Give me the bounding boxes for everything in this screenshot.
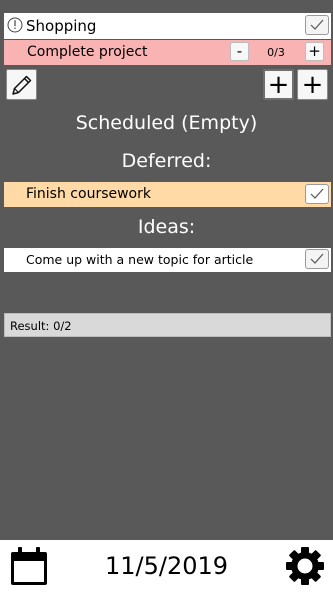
increment-button[interactable]: + xyxy=(305,42,324,61)
result-bar: Result: 0/2 xyxy=(4,313,331,337)
add-button[interactable]: + xyxy=(297,69,328,100)
decrement-button[interactable]: - xyxy=(230,42,249,61)
check-icon xyxy=(310,188,324,199)
add-button[interactable]: + xyxy=(263,69,294,100)
footer-bar: 11/5/2019 xyxy=(0,540,333,592)
pencil-icon xyxy=(11,75,31,95)
list-item-label: Come up with a new topic for article xyxy=(26,252,254,267)
gear-icon[interactable] xyxy=(285,546,325,586)
list-item-label: Finish coursework xyxy=(26,186,151,202)
current-date: 11/5/2019 xyxy=(104,552,229,580)
check-icon xyxy=(310,253,324,264)
deferred-heading: Deferred: xyxy=(121,150,212,172)
ideas-heading: Ideas: xyxy=(137,216,196,238)
check-icon xyxy=(310,19,324,30)
list-item[interactable]: Come up with a new topic for article xyxy=(4,248,331,272)
project-row[interactable]: Complete project - 0/3 + xyxy=(4,40,331,65)
info-icon xyxy=(7,17,23,33)
scheduled-heading: Scheduled (Empty) xyxy=(75,112,258,134)
list-item-shopping[interactable]: Shopping xyxy=(4,13,331,39)
result-text: Result: 0/2 xyxy=(10,319,72,333)
project-label: Complete project xyxy=(27,44,148,60)
list-item[interactable]: Finish coursework xyxy=(4,182,331,207)
complete-checkbox[interactable] xyxy=(305,15,329,35)
complete-checkbox[interactable] xyxy=(305,184,329,204)
progress-counter: 0/3 xyxy=(267,46,285,59)
list-item-label: Shopping xyxy=(26,17,97,35)
complete-checkbox[interactable] xyxy=(305,249,329,269)
edit-button[interactable] xyxy=(6,69,37,100)
